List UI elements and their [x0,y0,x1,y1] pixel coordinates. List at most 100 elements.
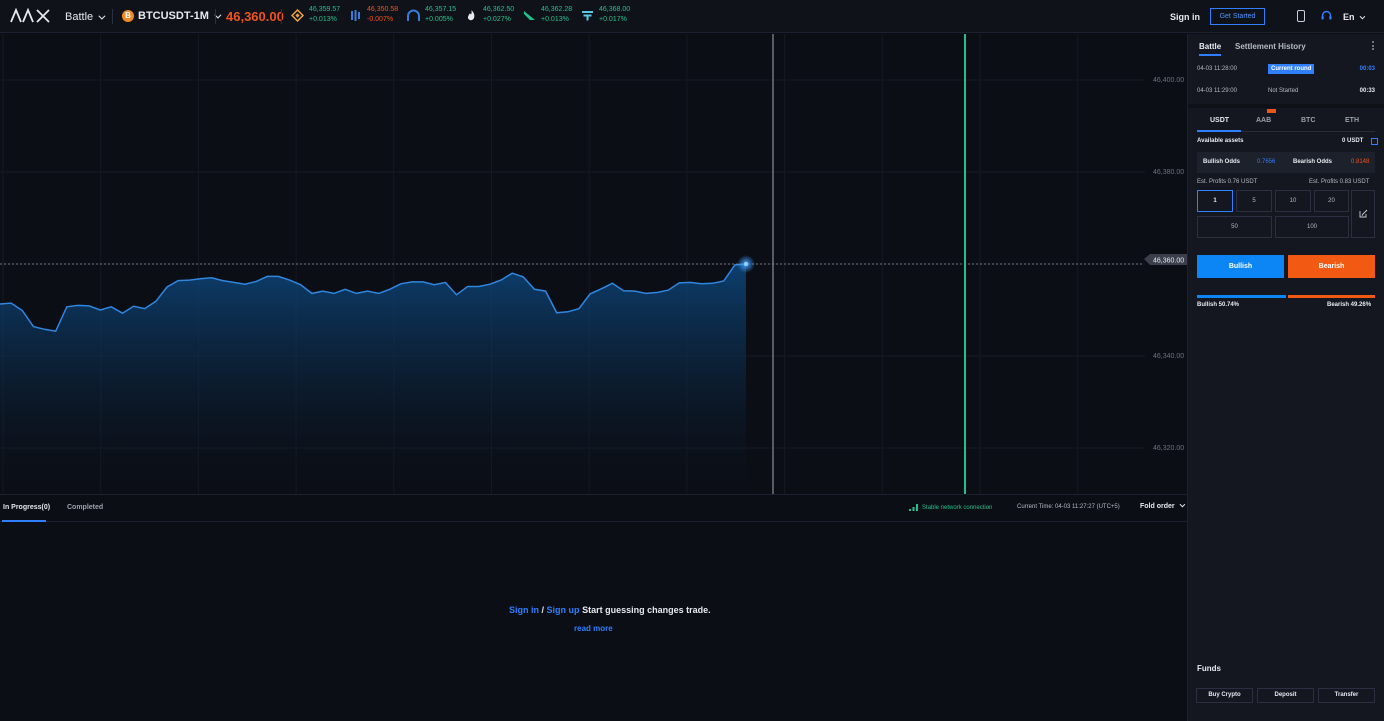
read-more-link[interactable]: read more [574,624,613,633]
price-chart-svg: 46,400.00 46,380.00 46,340.00 46,320.00 46,… [0,34,1187,494]
ticker-exchange-2[interactable]: 46,350.58 -0.007% [349,5,407,25]
price-area [0,264,746,494]
tab-btc[interactable]: BTC [1301,117,1315,124]
network-status: Stable network connection [909,504,992,511]
tab-settlement-history[interactable]: Settlement History [1235,42,1306,51]
tab-usdt[interactable]: USDT [1210,117,1229,124]
mobile-app-icon[interactable] [1297,10,1305,22]
battle-dropdown-label: Battle [65,11,94,23]
add-funds-icon[interactable] [1371,138,1378,145]
bullish-odds-value: 0.7656 [1257,159,1276,165]
top-bar: Battle B BTCUSDT-1M 46,360.00 46,359.57 +… [0,0,1384,33]
headset-support-icon[interactable] [1321,10,1332,21]
amount-option-50[interactable]: 50 [1197,216,1272,238]
exchange-arch-icon [407,9,420,21]
sign-in-link[interactable]: Sign in [509,605,539,615]
round-time: 04-03 11:28:00 [1197,66,1237,72]
price-chart[interactable]: 46,400.00 46,380.00 46,340.00 46,320.00 46,… [0,34,1187,494]
ticker-exchange-6[interactable]: 46,368.00 +0.017% [581,5,639,25]
est-profits-bull: Est. Profits 0.76 USDT [1197,179,1258,185]
divider [281,9,282,24]
est-profits-bear: Est. Profits 0.83 USDT [1309,179,1370,185]
ticker-change: +0.013% [541,16,569,23]
tab-battle[interactable]: Battle [1199,42,1221,51]
amount-option-10[interactable]: 10 [1275,190,1311,212]
transfer-button[interactable]: Transfer [1318,688,1375,703]
active-tab-indicator [2,520,46,522]
hot-badge [1267,109,1276,113]
odds-box: Bullish Odds 0.7656 Bearish Odds 0.8148 [1197,152,1375,173]
tab-eth[interactable]: ETH [1345,117,1359,124]
current-price-tag: 46,360.00 [1144,254,1187,265]
bullish-ratio-bar [1197,295,1287,298]
chevron-down-icon [1179,501,1185,508]
exchange-tickers: 46,359.57 +0.013% 46,350.58 -0.007% 46,357… [291,5,639,25]
ticker-change: +0.027% [483,16,511,23]
ticker-binance[interactable]: 46,359.57 +0.013% [291,5,349,25]
exchange-bars-icon [351,9,360,21]
tab-in-progress[interactable]: In Progress(0) [3,504,50,511]
divider [215,9,216,24]
bearish-ratio-bar [1288,295,1375,298]
pair-selector[interactable]: B BTCUSDT-1M [122,10,222,22]
sign-in-link[interactable]: Sign in [1170,12,1200,22]
edit-icon [1359,209,1368,218]
ticker-price: 46,368.00 [599,6,631,13]
tab-completed[interactable]: Completed [67,504,103,511]
get-started-button[interactable]: Get Started [1210,8,1265,25]
huobi-flame-icon [467,9,475,20]
bearish-button[interactable]: Bearish [1288,255,1375,278]
current-round-badge: Current round [1268,64,1315,74]
amount-option-5[interactable]: 5 [1236,190,1272,212]
custom-amount-button[interactable] [1351,190,1375,238]
orders-panel: In Progress(0) Completed Stable network … [0,494,1187,721]
funds-title: Funds [1197,664,1221,673]
y-tick-label: 46,320.00 [1153,445,1184,452]
current-price: 46,360.00 [226,9,284,24]
sign-up-link[interactable]: Sign up [547,605,580,615]
y-tick-label: 46,380.00 [1153,169,1184,176]
slash-separator: / [541,605,545,615]
current-price-tag-label: 46,360.00 [1153,258,1184,265]
amount-option-100[interactable]: 100 [1275,216,1349,238]
amount-option-1[interactable]: 1 [1197,190,1233,212]
amount-option-20[interactable]: 20 [1314,190,1349,212]
empty-state-message: Sign in / Sign up Start guessing changes… [509,605,711,615]
ticker-price: 46,357.15 [425,6,457,13]
round-time: 04-03 11:29:00 [1197,88,1237,94]
ticker-change: +0.013% [309,16,337,23]
section-divider [1188,104,1384,108]
round-status: Not Started [1268,88,1299,94]
empty-state-text: Start guessing changes trade. [582,605,711,615]
fold-order-toggle[interactable]: Fold order [1140,501,1185,510]
battle-dropdown[interactable]: Battle [65,11,106,23]
ticker-exchange-3[interactable]: 46,357.15 +0.005% [407,5,465,25]
chevron-down-icon [98,12,106,20]
language-label: En [1343,12,1355,22]
aax-logo[interactable] [10,8,52,24]
exchange-arrow-icon [524,10,535,20]
y-tick-label: 46,400.00 [1153,77,1184,84]
active-tab-indicator [1199,54,1221,56]
available-assets-label: Available assets [1197,138,1244,144]
bullish-odds-label: Bullish Odds [1203,159,1241,165]
orders-tabs: In Progress(0) Completed Stable network … [0,495,1187,522]
binance-icon [291,8,304,22]
currency-tabs: USDT AAB BTC ETH [1197,109,1375,132]
bullish-ratio-label: Bullish 50.74% [1197,302,1240,308]
more-options-icon[interactable] [1372,41,1374,50]
buy-crypto-button[interactable]: Buy Crypto [1196,688,1253,703]
ticker-exchange-4[interactable]: 46,362.50 +0.027% [465,5,523,25]
language-selector[interactable]: En [1343,12,1365,22]
ticker-price: 46,350.58 [367,6,399,13]
y-tick-label: 46,340.00 [1153,353,1184,360]
bearish-odds-value: 0.8148 [1351,159,1370,165]
ticker-exchange-5[interactable]: 46,362.28 +0.013% [523,5,581,25]
ticker-change: +0.005% [425,16,453,23]
battle-panel: Battle Settlement History 04-03 11:28:00… [1187,34,1384,721]
current-time: Current Time: 04-03 11:27:27 (UTC+5) [1017,504,1120,510]
divider [112,9,113,24]
bullish-button[interactable]: Bullish [1197,255,1284,278]
deposit-button[interactable]: Deposit [1257,688,1314,703]
tab-aab[interactable]: AAB [1256,117,1271,124]
